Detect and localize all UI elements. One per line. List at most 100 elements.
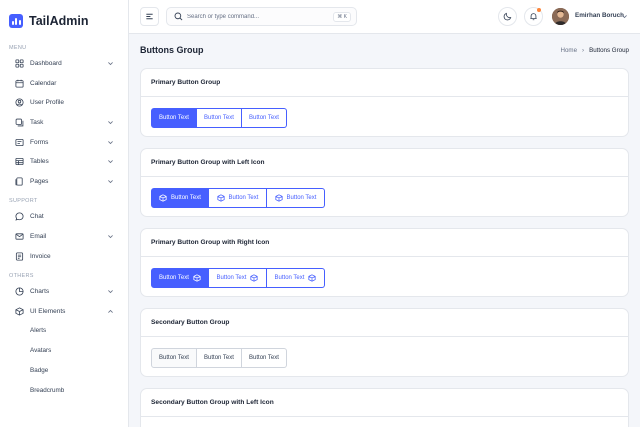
sidebar-item-label: Calendar xyxy=(30,79,57,87)
sidebar-item-pages[interactable]: Pages xyxy=(0,172,128,192)
notification-dot xyxy=(537,8,541,12)
search-icon xyxy=(174,12,183,21)
box-icon xyxy=(159,194,167,202)
calendar-icon xyxy=(15,79,24,88)
search-input[interactable] xyxy=(187,13,327,20)
menu-icon xyxy=(146,13,153,20)
card-primary-left-icon-group: Primary Button Group with Left Icon Butt… xyxy=(140,148,629,217)
group-button-3[interactable]: Button Text xyxy=(242,348,287,368)
card-secondary-left-icon-group: Secondary Button Group with Left Icon xyxy=(140,388,629,427)
invoice-icon xyxy=(15,252,24,261)
sidebar-subitem-avatars[interactable]: Avatars xyxy=(0,341,128,361)
card-title: Primary Button Group with Right Icon xyxy=(141,229,628,257)
sidebar-item-user-profile[interactable]: User Profile xyxy=(0,93,128,113)
task-icon xyxy=(15,118,24,127)
sidebar-item-email[interactable]: Email xyxy=(0,227,128,247)
logo-icon xyxy=(9,14,23,28)
group-button-2[interactable]: Button Text xyxy=(209,268,267,288)
button-label: Button Text xyxy=(204,115,234,121)
group-button-1[interactable]: Button Text xyxy=(151,348,197,368)
button-label: Button Text xyxy=(249,115,279,121)
button-label: Button Text xyxy=(204,355,234,361)
table-icon xyxy=(15,157,24,166)
chevron-down-icon[interactable] xyxy=(621,13,628,20)
button-label: Button Text xyxy=(159,115,189,121)
button-label: Button Text xyxy=(228,195,259,201)
button-label: Button Text xyxy=(274,275,305,281)
sidebar-item-forms[interactable]: Forms xyxy=(0,132,128,152)
support-section-label: SUPPORT xyxy=(9,198,38,205)
sidebar-subitem-alerts[interactable]: Alerts xyxy=(0,321,128,341)
sidebar-item-label: Charts xyxy=(30,288,50,296)
chat-icon xyxy=(15,212,24,222)
theme-toggle-button[interactable] xyxy=(498,7,517,26)
sidebar-item-invoice[interactable]: Invoice xyxy=(0,246,128,266)
button-label: Button Text xyxy=(286,195,317,201)
chevron-down-icon xyxy=(108,121,113,125)
button-group: Button Text Button Text Button Text xyxy=(151,108,287,128)
sidebar-item-label: Email xyxy=(30,233,47,241)
chevron-down-icon xyxy=(108,235,113,239)
sidebar-item-tables[interactable]: Tables xyxy=(0,152,128,172)
sidebar-item-label: UI Elements xyxy=(30,307,66,315)
box-icon xyxy=(250,274,259,282)
button-label: Button Text xyxy=(159,355,189,361)
button-label: Button Text xyxy=(249,355,279,361)
moon-icon xyxy=(503,12,512,21)
chevron-down-icon xyxy=(108,160,113,164)
chevron-down-icon xyxy=(108,180,113,183)
top-header: ⌘ K Emirhan Boruch xyxy=(129,0,640,34)
card-title: Secondary Button Group with Left Icon xyxy=(141,389,628,417)
box-icon xyxy=(15,307,24,316)
button-group: Button Text Button Text Button Text xyxy=(151,188,325,208)
sidebar-item-label: Dashboard xyxy=(30,60,62,68)
button-label: Button Text xyxy=(159,275,189,281)
sidebar-item-chat[interactable]: Chat xyxy=(0,207,128,227)
button-group: Button Text Button Text Button Text xyxy=(151,268,325,288)
breadcrumb: Home › Buttons Group xyxy=(561,47,629,54)
group-button-2[interactable]: Button Text xyxy=(197,108,242,128)
group-button-2[interactable]: Button Text xyxy=(197,348,242,368)
brand[interactable]: TailAdmin xyxy=(0,0,128,42)
sidebar-toggle-button[interactable] xyxy=(140,7,159,26)
button-label: Button Text xyxy=(216,275,247,281)
sidebar-subitem-badge[interactable]: Badge xyxy=(0,361,128,381)
chevron-up-icon xyxy=(108,309,113,313)
mail-icon xyxy=(15,232,24,241)
breadcrumb-current: Buttons Group xyxy=(589,47,629,54)
group-button-3[interactable]: Button Text xyxy=(267,268,325,288)
group-button-2[interactable]: Button Text xyxy=(209,188,267,208)
sidebar-subitem-breadcrumb[interactable]: Breadcrumb xyxy=(0,381,128,401)
group-button-3[interactable]: Button Text xyxy=(242,108,287,128)
group-button-1[interactable]: Button Text xyxy=(151,108,197,128)
sidebar-item-label: Pages xyxy=(30,177,49,185)
box-icon xyxy=(274,194,283,202)
avatar[interactable] xyxy=(552,8,569,25)
sidebar-item-charts[interactable]: Charts xyxy=(0,282,128,302)
sidebar-item-task[interactable]: Task xyxy=(0,113,128,133)
grid-icon xyxy=(15,59,24,68)
bell-icon xyxy=(530,13,537,21)
card-secondary-button-group: Secondary Button Group Button Text Butto… xyxy=(140,308,629,377)
group-button-3[interactable]: Button Text xyxy=(267,188,325,208)
pie-chart-icon xyxy=(15,287,24,296)
notifications-button[interactable] xyxy=(524,7,543,26)
box-icon xyxy=(308,274,317,282)
user-name[interactable]: Emirhan Boruch xyxy=(575,12,624,19)
sidebar-item-label: Task xyxy=(30,119,44,127)
sidebar-item-label: Invoice xyxy=(30,252,51,260)
breadcrumb-home-link[interactable]: Home xyxy=(561,47,578,54)
sidebar-item-dashboard[interactable]: Dashboard xyxy=(0,54,128,74)
sidebar-item-ui-elements[interactable]: UI Elements xyxy=(0,302,128,322)
sidebar-item-label: Forms xyxy=(30,138,49,146)
brand-name: TailAdmin xyxy=(29,14,89,28)
user-photo-icon xyxy=(552,8,569,25)
user-circle-icon xyxy=(15,98,24,107)
group-button-1[interactable]: Button Text xyxy=(151,268,209,288)
page-title: Buttons Group xyxy=(140,45,204,55)
group-button-1[interactable]: Button Text xyxy=(151,188,209,208)
search-box[interactable]: ⌘ K xyxy=(166,7,357,26)
chevron-down-icon xyxy=(108,140,113,144)
card-title: Secondary Button Group xyxy=(141,309,628,337)
sidebar-item-calendar[interactable]: Calendar xyxy=(0,74,128,94)
